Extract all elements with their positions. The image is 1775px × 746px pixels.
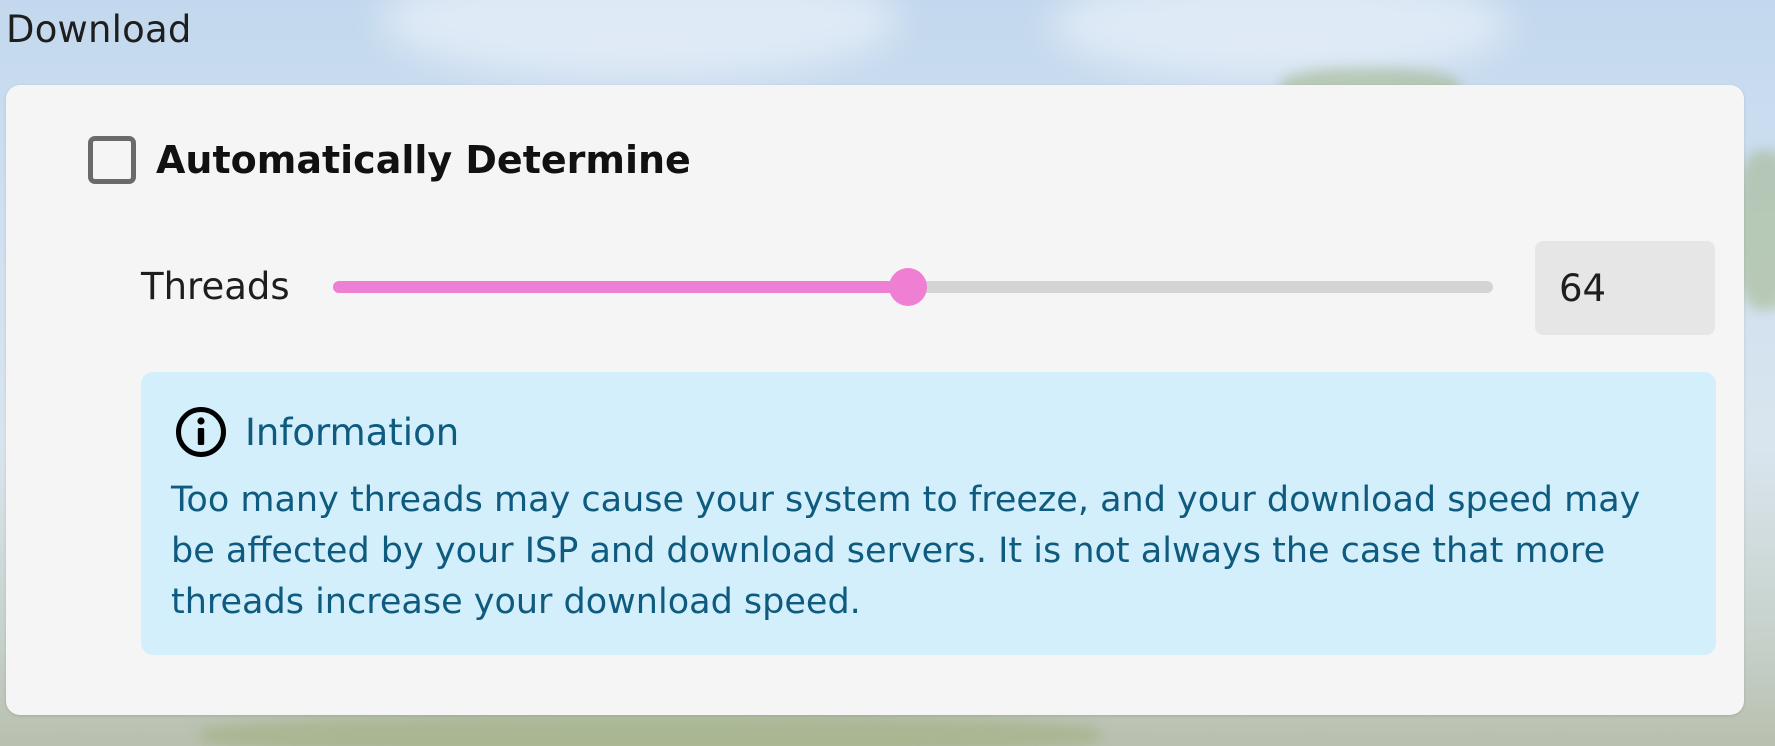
- slider-thumb[interactable]: [889, 268, 928, 306]
- threads-label: Threads: [141, 265, 290, 308]
- info-header: Information: [175, 406, 459, 458]
- auto-determine-toggle[interactable]: Automatically Determine: [88, 136, 691, 184]
- download-settings-card: Automatically Determine Threads Informat…: [6, 85, 1744, 715]
- background-cloud: [380, 0, 900, 80]
- background-foliage: [200, 715, 1100, 746]
- slider-fill: [333, 281, 909, 293]
- threads-value-input[interactable]: [1535, 241, 1715, 335]
- info-title: Information: [245, 410, 460, 454]
- section-title: Download: [6, 8, 192, 51]
- auto-determine-label: Automatically Determine: [156, 138, 691, 182]
- threads-slider[interactable]: [333, 267, 1493, 307]
- background-cloud: [1050, 0, 1510, 80]
- info-box: Information Too many threads may cause y…: [141, 372, 1716, 655]
- info-message: Too many threads may cause your system t…: [171, 480, 1641, 622]
- info-icon: [176, 407, 226, 457]
- auto-determine-checkbox[interactable]: [88, 136, 136, 184]
